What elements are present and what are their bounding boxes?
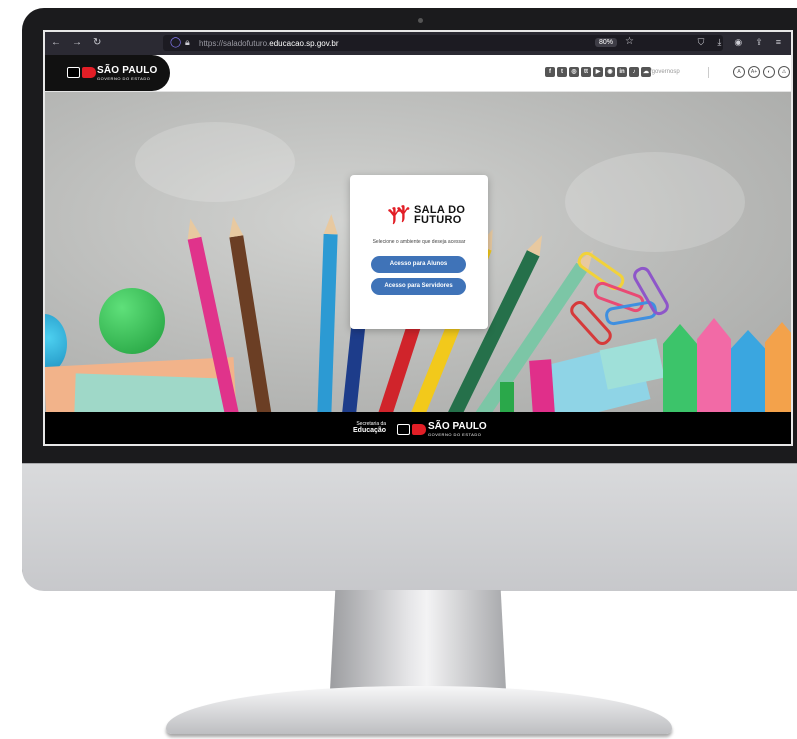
sp-logo-icon — [397, 424, 426, 435]
select-environment-prompt: Selecione o ambiente que deseja acessar — [372, 239, 466, 245]
camera-icon — [418, 18, 423, 23]
font-increase-icon[interactable]: A+ — [748, 66, 760, 78]
header-logo[interactable]: SÃO PAULO GOVERNO DO ESTADO — [45, 55, 170, 91]
paper-block-image — [74, 373, 226, 412]
instagram-icon[interactable]: ◎ — [569, 67, 579, 77]
forward-icon[interactable]: → — [72, 37, 82, 48]
footer-secretaria: Secretaria da Educação — [353, 421, 386, 434]
brand-line-2: FUTURO — [414, 214, 462, 226]
flickr-icon[interactable]: tt — [581, 67, 591, 77]
social-links: f t ◎ tt ▶ ◉ in ♪ ☁ — [545, 67, 651, 77]
monitor-stand-neck — [330, 590, 506, 690]
linkedin-icon[interactable]: in — [617, 67, 627, 77]
back-icon[interactable]: ← — [51, 37, 61, 48]
account-icon[interactable]: ◉ — [734, 37, 742, 48]
warning-icon[interactable]: ⚠ — [778, 66, 790, 78]
shield-icon[interactable]: ◯ — [170, 37, 181, 48]
blue-arrow-block-image — [731, 330, 765, 412]
header-logo-sub: GOVERNO DO ESTADO — [97, 76, 151, 81]
reload-icon[interactable]: ↻ — [93, 37, 101, 48]
kids-figure-icon: ⲮⲮ — [388, 204, 410, 225]
orange-arrow-block-image — [765, 322, 791, 412]
blue-pencil-image — [317, 213, 339, 412]
green-arrow-block-image — [663, 324, 697, 412]
highlighter-image — [529, 359, 555, 412]
sticky-note-image — [599, 338, 665, 390]
site-footer: Secretaria da Educação SÃO PAULO GOVERNO… — [45, 412, 791, 444]
background-texture — [565, 152, 745, 252]
screen: ← → ↻ ◯ 🔒︎ https://saladofuturo.educacao… — [43, 30, 793, 446]
zoom-badge[interactable]: 80% — [595, 38, 618, 47]
student-access-button[interactable]: Acesso para Alunos — [371, 256, 466, 273]
lock-icon[interactable]: 🔒︎ — [185, 37, 190, 48]
pink-arrow-block-image — [697, 318, 731, 412]
url-text[interactable]: https://saladofuturo.educacao.sp.gov.br — [199, 39, 339, 48]
header-divider — [708, 67, 709, 78]
download-icon[interactable]: ⤓ — [717, 37, 721, 48]
tiktok-icon[interactable]: ♪ — [629, 67, 639, 77]
contrast-icon[interactable]: ◐ — [763, 66, 775, 78]
menu-icon[interactable]: ≡ — [776, 37, 781, 48]
monitor-chin — [22, 463, 797, 591]
green-ball-image — [99, 288, 165, 354]
browser-toolbar: ← → ↻ ◯ 🔒︎ https://saladofuturo.educacao… — [45, 32, 791, 55]
background-texture — [135, 122, 295, 202]
header-logo-word: SÃO PAULO — [97, 65, 158, 76]
footer-logo-sub: GOVERNO DO ESTADO — [428, 432, 482, 437]
sp-logo-icon — [67, 67, 96, 78]
site-header: SÃO PAULO GOVERNO DO ESTADO f t ◎ tt ▶ ◉… — [45, 55, 791, 92]
youtube-icon[interactable]: ▶ — [593, 67, 603, 77]
font-decrease-icon[interactable]: A — [733, 66, 745, 78]
footer-secretaria-line2: Educação — [353, 427, 387, 434]
facebook-icon[interactable]: f — [545, 67, 555, 77]
accessibility-tools: A A+ ◐ ⚠ — [733, 66, 790, 78]
highlighter-image — [500, 382, 514, 412]
pocket-icon[interactable]: ⛉ — [698, 37, 705, 48]
access-card: ⲮⲮ SALA DO FUTURO Selecione o ambiente q… — [350, 175, 488, 329]
sala-do-futuro-logo: ⲮⲮ SALA DO FUTURO — [388, 204, 465, 226]
star-icon[interactable]: ☆ — [625, 36, 634, 47]
social-handle[interactable]: /governosp — [650, 69, 680, 75]
share-icon[interactable]: ⇪ — [755, 37, 763, 48]
footer-logo-word: SÃO PAULO — [428, 421, 487, 432]
staff-access-button[interactable]: Acesso para Servidores — [371, 278, 466, 295]
url-domain: educacao.sp.gov.br — [269, 39, 339, 48]
monitor-stand-base — [166, 686, 672, 734]
issuu-icon[interactable]: ◉ — [605, 67, 615, 77]
url-prefix: https://saladofuturo. — [199, 39, 270, 48]
twitter-icon[interactable]: t — [557, 67, 567, 77]
